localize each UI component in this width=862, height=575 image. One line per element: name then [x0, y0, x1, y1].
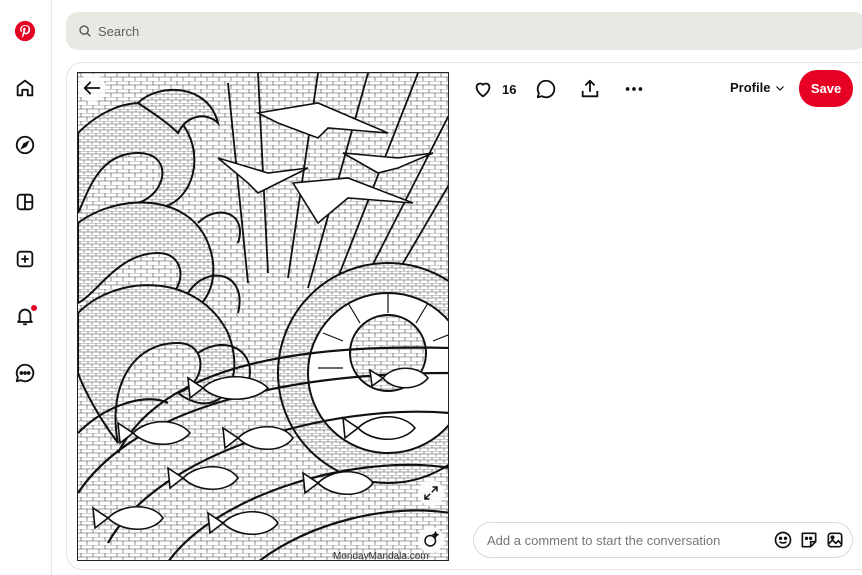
boards-icon[interactable] [11, 188, 39, 216]
comment-box [473, 522, 853, 558]
search-input[interactable] [98, 23, 798, 39]
more-action [621, 76, 647, 102]
share-action [577, 76, 603, 102]
chevron-down-icon [776, 85, 785, 91]
notification-dot [31, 305, 37, 311]
comment-input[interactable] [487, 532, 767, 548]
home-icon[interactable] [11, 74, 39, 102]
arrow-left-icon [83, 81, 101, 95]
profile-label: Profile [730, 80, 771, 95]
pin-image[interactable] [77, 72, 449, 561]
more-options-icon[interactable] [621, 76, 647, 102]
search-icon [79, 25, 91, 37]
image-upload-icon[interactable] [824, 529, 846, 551]
comment-box-actions [772, 529, 846, 551]
coloring-page-illustration [78, 73, 448, 560]
sticker-icon[interactable] [798, 529, 820, 551]
expand-button[interactable] [418, 480, 444, 506]
emoji-icon[interactable] [772, 529, 794, 551]
expand-icon [424, 486, 438, 500]
create-icon[interactable] [11, 245, 39, 273]
back-button[interactable] [78, 74, 106, 102]
visual-search-button[interactable] [418, 527, 444, 553]
comment-action [533, 76, 559, 102]
explore-icon[interactable] [11, 131, 39, 159]
search-bar [66, 12, 862, 50]
profile-dropdown[interactable]: Profile [730, 80, 786, 95]
sparkle-search-icon [424, 531, 440, 547]
like-count: 16 [502, 81, 517, 97]
pinterest-logo-icon[interactable] [11, 17, 39, 45]
like-group: 16 [470, 76, 516, 102]
heart-icon[interactable] [470, 76, 496, 102]
comment-icon[interactable] [533, 76, 559, 102]
share-icon[interactable] [577, 76, 603, 102]
save-button[interactable]: Save [799, 70, 853, 107]
pin-watermark: MondayMandala.com [333, 551, 429, 562]
messages-icon[interactable] [11, 359, 39, 387]
left-sidebar [0, 0, 52, 575]
notifications-icon[interactable] [11, 302, 39, 330]
